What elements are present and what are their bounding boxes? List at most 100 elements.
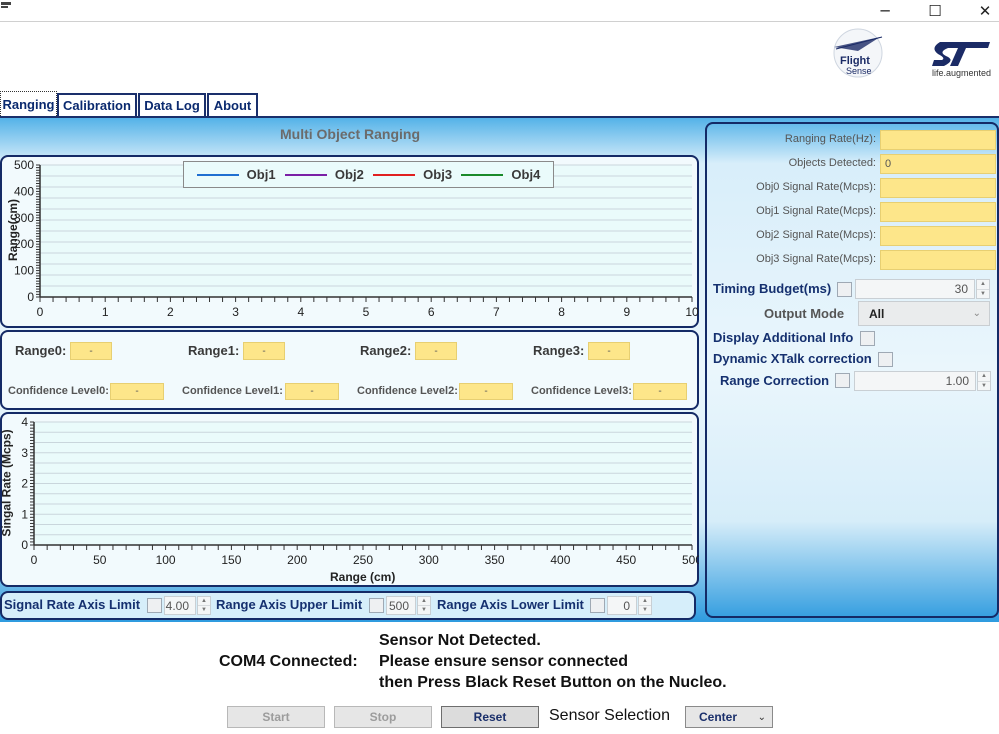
tab-data-log[interactable]: Data Log <box>138 93 206 116</box>
st-logo-tagline: life.augmented <box>932 68 992 78</box>
spin-up-icon[interactable]: ▲ <box>639 597 651 606</box>
range3-value: - <box>588 342 630 360</box>
display-info-checkbox[interactable] <box>860 331 875 346</box>
xtalk-checkbox[interactable] <box>878 352 893 367</box>
y-tick-label: 0 <box>21 538 28 552</box>
signal-axis-limit-spinner[interactable]: ▲ ▼ <box>197 596 211 615</box>
signal-chart-xlabel: Range (cm) <box>330 570 396 584</box>
confidence0-value: - <box>110 383 164 400</box>
x-tick-label: 8 <box>558 305 565 319</box>
xtalk-label: Dynamic XTalk correction <box>713 351 872 366</box>
range-lower-limit-checkbox[interactable] <box>590 598 605 613</box>
range0-value: - <box>70 342 112 360</box>
range2-label: Range2: <box>360 343 412 358</box>
range-correction-input[interactable]: 1.00 <box>854 371 976 391</box>
sensor-selection-select[interactable]: Center ⌄ <box>685 706 773 728</box>
y-tick-label: 4 <box>21 415 28 429</box>
range-correction-label: Range Correction <box>720 373 830 388</box>
output-mode-label: Output Mode <box>764 306 845 321</box>
range-correction-checkbox[interactable] <box>835 373 850 388</box>
start-button[interactable]: Start <box>227 706 325 728</box>
legend-item: Obj4 <box>461 167 540 182</box>
legend-label: Obj4 <box>511 167 541 182</box>
spin-down-icon[interactable]: ▼ <box>978 382 990 391</box>
signal-axis-limit-label: Signal Rate Axis Limit <box>4 597 141 612</box>
range-lower-limit-spinner[interactable]: ▲ ▼ <box>638 596 652 615</box>
maximize-button[interactable]: ☐ <box>912 0 958 22</box>
range0-label: Range0: <box>15 343 67 358</box>
close-button[interactable]: ✕ <box>962 0 999 22</box>
y-tick-label: 200 <box>14 237 34 251</box>
x-tick-label: 0 <box>37 305 44 319</box>
spin-up-icon[interactable]: ▲ <box>198 597 210 606</box>
x-tick-label: 400 <box>550 553 570 567</box>
spin-up-icon[interactable]: ▲ <box>977 280 989 290</box>
obj0-signal-rate-label: Obj0 Signal Rate(Mcps): <box>756 181 876 193</box>
tab-ranging[interactable]: Ranging <box>0 91 57 116</box>
signal-axis-limit-input[interactable]: 4.00 <box>164 596 196 615</box>
x-tick-label: 200 <box>287 553 307 567</box>
status-line-1: Sensor Not Detected. <box>379 632 541 649</box>
sensor-selection-label: Sensor Selection <box>549 707 670 724</box>
legend-swatch <box>461 173 504 176</box>
signal-axis-limit-checkbox[interactable] <box>147 598 162 613</box>
x-tick-label: 50 <box>93 553 107 567</box>
status-line-2: Please ensure sensor connected <box>379 653 628 670</box>
y-tick-label: 500 <box>14 158 34 172</box>
legend-item: Obj2 <box>284 167 364 182</box>
tab-calibration[interactable]: Calibration <box>57 93 137 116</box>
range1-label: Range1: <box>188 343 240 358</box>
spin-down-icon[interactable]: ▼ <box>977 290 989 299</box>
range1-value: - <box>243 342 285 360</box>
x-tick-label: 9 <box>623 305 630 319</box>
output-mode-select[interactable]: All ⌄ <box>858 301 990 326</box>
range-upper-limit-spinner[interactable]: ▲ ▼ <box>417 596 431 615</box>
range-upper-limit-input[interactable]: 500 <box>386 596 416 615</box>
timing-budget-spinner[interactable]: ▲ ▼ <box>976 279 990 299</box>
flightsense-logo-bottom: Sense <box>846 66 872 76</box>
range-lower-limit-input[interactable]: 0 <box>607 596 637 615</box>
app-icon <box>1 2 11 8</box>
confidence3-value: - <box>633 383 687 400</box>
timing-budget-label: Timing Budget(ms) <box>713 281 832 296</box>
y-tick-label: 100 <box>14 264 34 278</box>
status-line-3: then Press Black Reset Button on the Nuc… <box>379 674 727 691</box>
x-tick-label: 5 <box>363 305 370 319</box>
chevron-down-icon: ⌄ <box>972 308 981 319</box>
spin-down-icon[interactable]: ▼ <box>418 606 430 614</box>
legend-swatch <box>284 173 327 176</box>
y-tick-label: 3 <box>21 446 28 460</box>
sensor-selection-value: Center <box>699 710 738 724</box>
x-tick-label: 450 <box>616 553 636 567</box>
ranging-rate-value <box>880 130 996 150</box>
x-tick-label: 7 <box>493 305 500 319</box>
range-correction-spinner[interactable]: ▲ ▼ <box>977 371 991 391</box>
objects-detected-label: Objects Detected: <box>788 157 876 169</box>
stop-button[interactable]: Stop <box>334 706 432 728</box>
range-lower-limit-label: Range Axis Lower Limit <box>437 597 584 612</box>
y-tick-label: 300 <box>14 211 34 225</box>
spin-down-icon[interactable]: ▼ <box>639 606 651 614</box>
confidence2-value: - <box>459 383 513 400</box>
spin-up-icon[interactable]: ▲ <box>978 372 990 382</box>
legend-swatch <box>373 173 416 176</box>
legend-item: Obj3 <box>373 167 452 182</box>
obj2-signal-rate-label: Obj2 Signal Rate(Mcps): <box>756 229 876 241</box>
timing-budget-input[interactable]: 30 <box>855 279 975 299</box>
x-tick-label: 100 <box>156 553 176 567</box>
spin-down-icon[interactable]: ▼ <box>198 606 210 614</box>
x-tick-label: 4 <box>297 305 304 319</box>
spin-up-icon[interactable]: ▲ <box>418 597 430 606</box>
tab-about[interactable]: About <box>207 93 258 116</box>
y-tick-label: 1 <box>21 507 28 521</box>
panel-title: Multi Object Ranging <box>280 126 420 142</box>
confidence2-label: Confidence Level2: <box>357 385 458 397</box>
x-tick-label: 500 <box>682 553 699 567</box>
reset-button[interactable]: Reset <box>441 706 539 728</box>
x-tick-label: 10 <box>685 305 699 319</box>
range-upper-limit-checkbox[interactable] <box>369 598 384 613</box>
x-tick-label: 250 <box>353 553 373 567</box>
timing-budget-checkbox[interactable] <box>837 282 852 297</box>
minimize-button[interactable]: ─ <box>862 0 908 22</box>
signal-chart: 0 1 2 3 4 0 50 100 150 200 250 300 350 400 450 500 <box>21 415 699 567</box>
